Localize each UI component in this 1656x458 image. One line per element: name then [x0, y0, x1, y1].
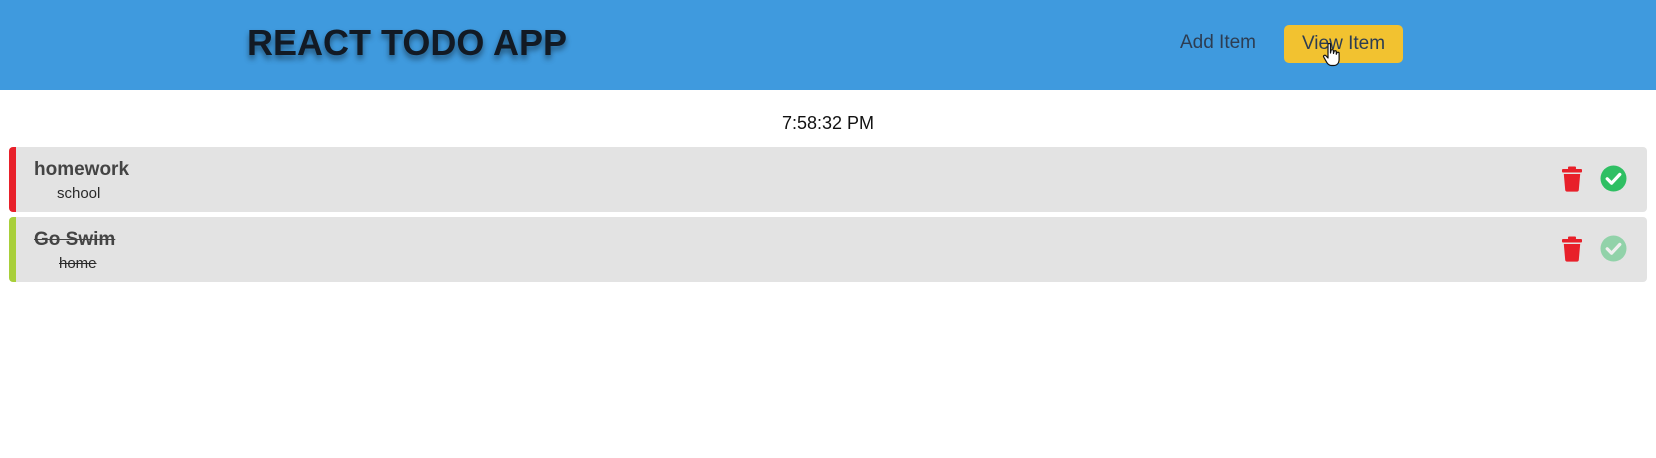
check-circle-icon[interactable]: [1600, 235, 1627, 262]
todo-list: homework school Go Swim home: [9, 147, 1647, 287]
todo-title: homework: [34, 159, 130, 180]
todo-item: Go Swim home: [9, 217, 1647, 282]
trash-icon[interactable]: [1561, 236, 1583, 262]
app-header: REACT TODO APP Add Item View Item: [0, 0, 1656, 90]
todo-item: homework school: [9, 147, 1647, 212]
hand-pointer-cursor-icon: [1322, 42, 1340, 67]
view-item-nav-button[interactable]: View Item: [1284, 25, 1403, 63]
current-time: 7:58:32 PM: [781, 113, 875, 133]
todo-category: school: [57, 185, 101, 202]
trash-icon[interactable]: [1561, 166, 1583, 192]
check-circle-icon[interactable]: [1600, 165, 1627, 192]
todo-category: home: [59, 255, 97, 272]
app-title: REACT TODO APP: [247, 22, 568, 63]
todo-title: Go Swim: [34, 229, 116, 250]
add-item-nav-link[interactable]: Add Item: [1168, 24, 1268, 62]
